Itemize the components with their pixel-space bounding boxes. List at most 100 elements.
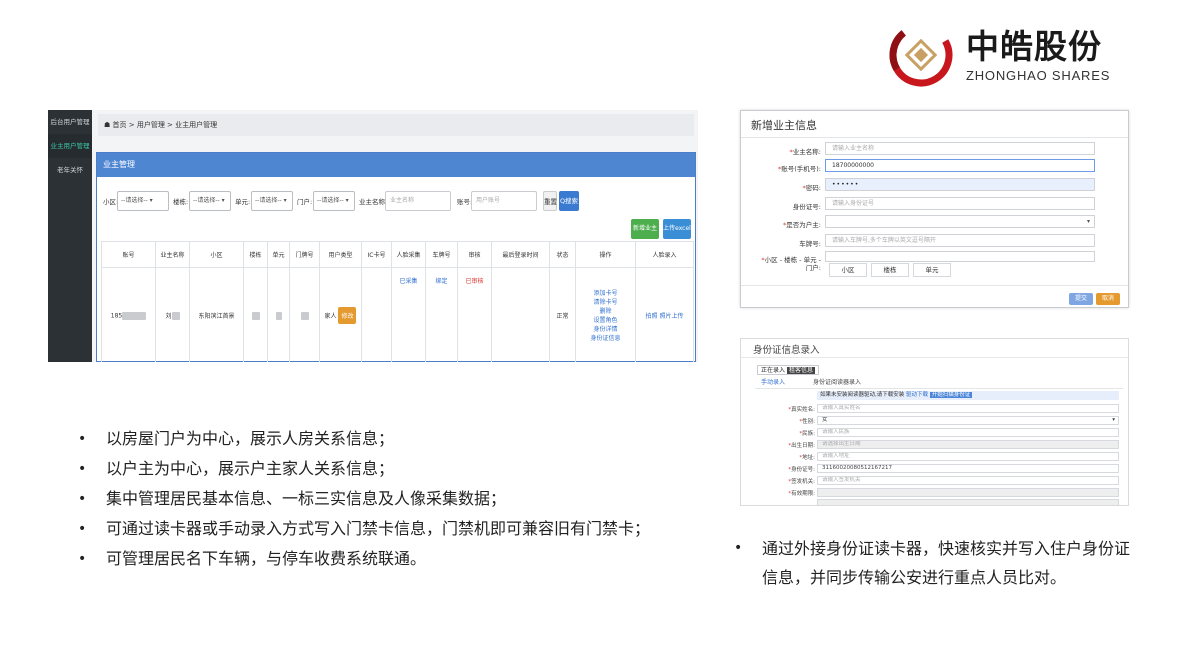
building-select[interactable]: --请选择-- ▾ — [189, 191, 231, 211]
list-item: 集中管理居民基本信息、一标三实信息及人像采集数据； — [76, 484, 696, 514]
start-scan-button[interactable]: 开始扫描身份证 — [929, 392, 973, 398]
cell-operations: 添加卡号 清除卡号 删除 设置角色 身份详情 身份证信息 — [575, 267, 636, 362]
redacted-block — [251, 311, 260, 320]
id-number-label: 身份证号: — [792, 203, 821, 211]
breadcrumb: ☗ 首页 > 用户管理 > 业主用户管理 — [98, 114, 694, 136]
col-status: 状态 — [549, 241, 576, 268]
delete-link[interactable]: 删除 — [576, 307, 635, 316]
cell-last-login — [491, 267, 550, 362]
owner-name-input[interactable]: 业主名称 — [385, 191, 451, 211]
col-user-type: 用户类型 — [319, 241, 362, 268]
table-row: 185 刘 东阳滨江首景 家人 修改 已采集 绑定 已审核 正常 添加卡号 清除… — [101, 267, 694, 362]
col-ic-card: IC卡号 — [361, 241, 392, 268]
sidebar-item-elderly-care[interactable]: 老年关怀 — [48, 158, 92, 182]
cell-plate: 绑定 — [425, 267, 458, 362]
submit-button[interactable]: 提交 — [1069, 293, 1093, 305]
photo-upload-link[interactable]: 拍照 照片上传 — [646, 313, 684, 320]
breadcrumb-text: 首页 > 用户管理 > 业主用户管理 — [112, 121, 218, 129]
unit-label: 单元: — [235, 198, 251, 206]
building-chip[interactable]: 楼栋 — [871, 263, 909, 277]
address-field[interactable]: 请输入地址 — [817, 452, 1119, 461]
is-householder-select[interactable]: ▾ — [825, 215, 1095, 228]
community-building-unit-door-field[interactable] — [825, 251, 1095, 262]
cell-face-entry: 拍照 照片上传 — [635, 267, 694, 362]
bind-plate-link[interactable]: 绑定 — [435, 278, 447, 285]
community-chip[interactable]: 小区 — [829, 263, 867, 277]
face-collected-link[interactable]: 已采集 — [399, 278, 417, 285]
account-field[interactable]: 18700000000 — [825, 159, 1095, 172]
cell-unit — [267, 267, 290, 362]
plate-field[interactable]: 请输入车牌号,多个车牌以英文逗号隔开 — [825, 234, 1095, 247]
validity-field-end[interactable] — [817, 499, 1119, 505]
modify-button[interactable]: 修改 — [338, 307, 357, 324]
cancel-button[interactable]: 取消 — [1096, 293, 1120, 305]
divider — [741, 357, 1128, 358]
dialog-title: 新增业主信息 — [751, 119, 817, 132]
id-number-field[interactable]: 31160020080512167217 — [817, 464, 1119, 473]
password-field[interactable]: •••••• — [825, 178, 1095, 191]
account-label: 账号: — [457, 198, 473, 206]
search-button[interactable]: Q搜索 — [559, 191, 579, 211]
table-header-row: 账号 业主名称 小区 楼栋 单元 门牌号 用户类型 IC卡号 人脸采集 车牌号 … — [101, 241, 694, 268]
gender-select[interactable]: 女 ▾ — [817, 416, 1119, 425]
identity-detail-link[interactable]: 身份详情 — [576, 325, 635, 334]
id-card-info-link[interactable]: 身份证信息 — [576, 334, 635, 343]
driver-download-link[interactable]: 驱动下载 — [906, 392, 928, 398]
logo-name-en: ZHONGHAO SHARES — [966, 67, 1111, 83]
sidebar-item-admin-users[interactable]: 后台用户管理 — [48, 110, 92, 134]
list-item: 以房屋门户为中心，展示人房关系信息； — [76, 424, 696, 454]
tab-reader-entry[interactable]: 身份证阅读器录入 — [813, 378, 861, 388]
tab-manual-entry[interactable]: 手动录入 — [761, 378, 785, 388]
reset-button[interactable]: 重置 — [543, 191, 557, 211]
cell-owner-name: 刘 — [155, 267, 190, 362]
validity-field[interactable] — [817, 488, 1119, 497]
col-face-collect: 人脸采集 — [391, 241, 426, 268]
community-select[interactable]: --请选择-- ▾ — [117, 191, 169, 211]
panel-title: 业主管理 — [97, 153, 695, 177]
owner-name-label: 业主名称: — [359, 198, 388, 206]
divider — [741, 285, 1128, 286]
upload-excel-button[interactable]: 上传excel — [663, 219, 691, 239]
owner-name-label: *业主名称: — [789, 148, 821, 156]
logo-name-cn: 中皓股份 — [966, 26, 1102, 66]
list-item: 以户主为中心，展示户主家人关系信息； — [76, 454, 696, 484]
sidebar-item-owner-users[interactable]: 业主用户管理 — [48, 134, 92, 158]
cell-audit: 已审核 — [457, 267, 492, 362]
add-owner-button[interactable]: 新增业主 — [631, 219, 659, 239]
col-unit: 单元 — [267, 241, 290, 268]
account-input[interactable]: 用户账号 — [471, 191, 537, 211]
real-name-field[interactable]: 请输入真实姓名 — [817, 404, 1119, 413]
building-label: 楼栋: — [173, 198, 189, 206]
birth-date-label: *出生日期: — [788, 443, 815, 449]
company-logo: 中皓股份 ZHONGHAO SHARES — [884, 22, 1144, 88]
ethnicity-field[interactable]: 请输入民族 — [817, 428, 1119, 437]
owner-management-screenshot: 后台用户管理 业主用户管理 老年关怀 ☗ 首页 > 用户管理 > 业主用户管理 … — [48, 110, 698, 362]
set-role-link[interactable]: 设置角色 — [576, 316, 635, 325]
unit-select[interactable]: --请选择-- ▾ — [251, 191, 293, 211]
birth-date-field[interactable]: 请选择出生日期 — [817, 440, 1119, 449]
slide: 中皓股份 ZHONGHAO SHARES 后台用户管理 业主用户管理 老年关怀 … — [0, 0, 1180, 664]
logo-emblem-icon — [889, 23, 953, 87]
col-building: 楼栋 — [243, 241, 268, 268]
col-owner-name: 业主名称 — [155, 241, 190, 268]
status-badge: 租客信息 — [787, 367, 816, 374]
owner-table: 账号 业主名称 小区 楼栋 单元 门牌号 用户类型 IC卡号 人脸采集 车牌号 … — [101, 241, 694, 362]
issuing-authority-field[interactable]: 请输入签发机关 — [817, 476, 1119, 485]
list-item: 可管理居民名下车辆，与停车收费系统联通。 — [76, 544, 696, 574]
id-number-label: *身份证号: — [788, 467, 815, 473]
door-select[interactable]: --请选择-- ▾ — [313, 191, 355, 211]
clear-card-link[interactable]: 清除卡号 — [576, 298, 635, 307]
col-door-number: 门牌号 — [289, 241, 320, 268]
id-number-field[interactable]: 请输入身份证号 — [825, 197, 1095, 210]
owner-name-field[interactable]: 请输入业主名称 — [825, 142, 1095, 155]
community-label: 小区: — [103, 198, 119, 206]
unit-chip[interactable]: 单元 — [913, 263, 951, 277]
add-card-link[interactable]: 添加卡号 — [576, 289, 635, 298]
id-reader-description: 通过外接身份证读卡器，快速核实并写入住户身份证信息，并同步传输公安进行重点人员比… — [732, 534, 1142, 592]
address-label: *地址: — [799, 455, 815, 461]
add-owner-dialog: 新增业主信息 *业主名称: 请输入业主名称 *账号(手机号): 18700000… — [740, 110, 1129, 308]
home-icon: ☗ — [104, 121, 113, 129]
col-plate: 车牌号 — [425, 241, 458, 268]
tab-underline — [755, 388, 1123, 389]
owner-panel: 业主管理 小区: --请选择-- ▾ 楼栋: --请选择-- ▾ 单元: --请… — [96, 152, 696, 362]
